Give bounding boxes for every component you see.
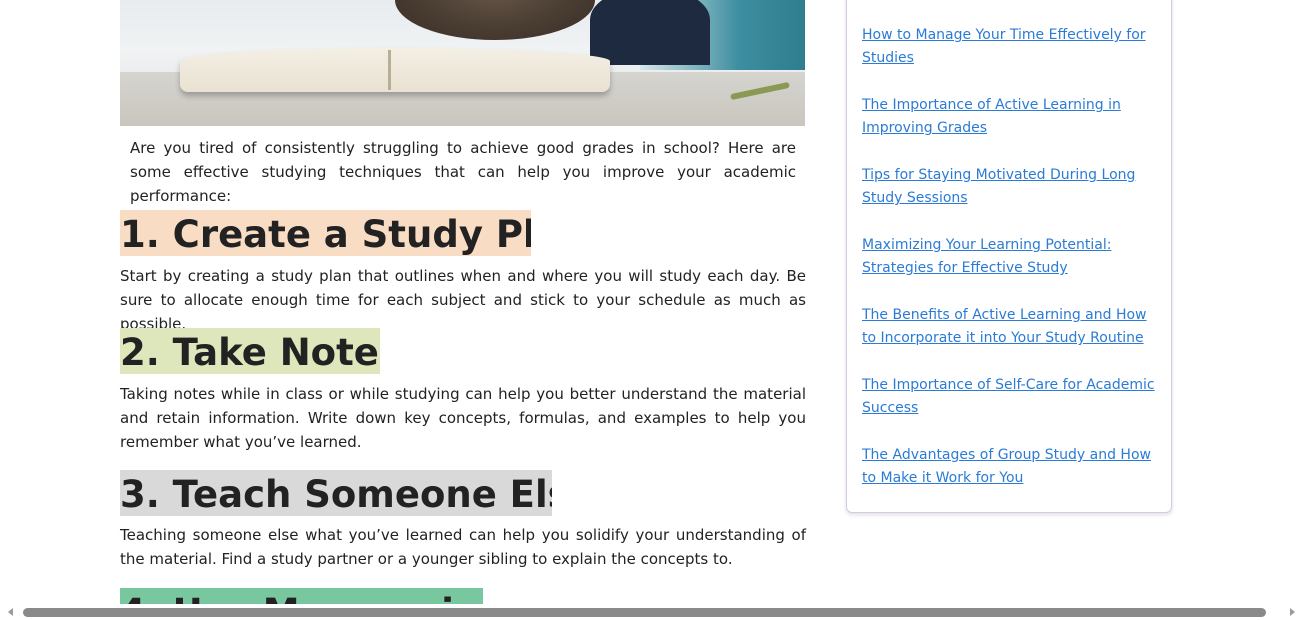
related-article-item: Tips for Staying Motivated During Long S… bbox=[862, 164, 1162, 234]
hero-open-book bbox=[180, 48, 610, 92]
hero-child-shoulder bbox=[590, 0, 710, 65]
related-article-item: The Importance of Active Learning in Imp… bbox=[862, 94, 1162, 164]
related-article-link-learning-potential[interactable]: Maximizing Your Learning Potential: Stra… bbox=[862, 234, 1162, 280]
related-article-item: Maximizing Your Learning Potential: Stra… bbox=[862, 234, 1162, 304]
related-article-item: How to Manage Your Time Effectively for … bbox=[862, 24, 1162, 94]
article-intro: Are you tired of consistently struggling… bbox=[130, 139, 796, 205]
scrollbar-thumb[interactable] bbox=[23, 608, 1266, 617]
related-article-link-active-learning[interactable]: The Importance of Active Learning in Imp… bbox=[862, 94, 1162, 140]
section-body-teach-someone: Teaching someone else what you’ve learne… bbox=[120, 526, 806, 568]
related-article-link-benefits-active-learning[interactable]: The Benefits of Active Learning and How … bbox=[862, 304, 1162, 350]
related-articles-sidebar: How to Manage Your Time Effectively for … bbox=[846, 0, 1172, 513]
section-heading-study-plan: 1. Create a Study Plan bbox=[120, 210, 531, 256]
related-articles-list: How to Manage Your Time Effectively for … bbox=[862, 24, 1162, 514]
hero-child-head bbox=[395, 0, 595, 40]
section-body-take-notes: Taking notes while in class or while stu… bbox=[120, 385, 806, 451]
hero-book-spine bbox=[388, 50, 391, 90]
related-article-link-group-study[interactable]: The Advantages of Group Study and How to… bbox=[862, 444, 1162, 490]
related-article-link-motivation[interactable]: Tips for Staying Motivated During Long S… bbox=[862, 164, 1162, 210]
section-heading-teach-someone: 3. Teach Someone Else bbox=[120, 470, 552, 516]
hero-image bbox=[120, 0, 805, 126]
scroll-left-arrow-icon[interactable] bbox=[8, 608, 13, 616]
related-article-item: The Benefits of Active Learning and How … bbox=[862, 304, 1162, 374]
scroll-right-arrow-icon[interactable] bbox=[1290, 608, 1295, 616]
related-article-link-time-management[interactable]: How to Manage Your Time Effectively for … bbox=[862, 24, 1162, 70]
horizontal-scrollbar[interactable] bbox=[0, 604, 1303, 620]
page: Are you tired of consistently struggling… bbox=[0, 0, 1303, 620]
section-body-study-plan: Start by creating a study plan that outl… bbox=[120, 267, 806, 333]
section-heading-take-notes: 2. Take Notes bbox=[120, 328, 380, 374]
related-article-link-self-care[interactable]: The Importance of Self-Care for Academic… bbox=[862, 374, 1162, 420]
related-article-item: The Importance of Self-Care for Academic… bbox=[862, 374, 1162, 444]
related-article-item: The Advantages of Group Study and How to… bbox=[862, 444, 1162, 514]
